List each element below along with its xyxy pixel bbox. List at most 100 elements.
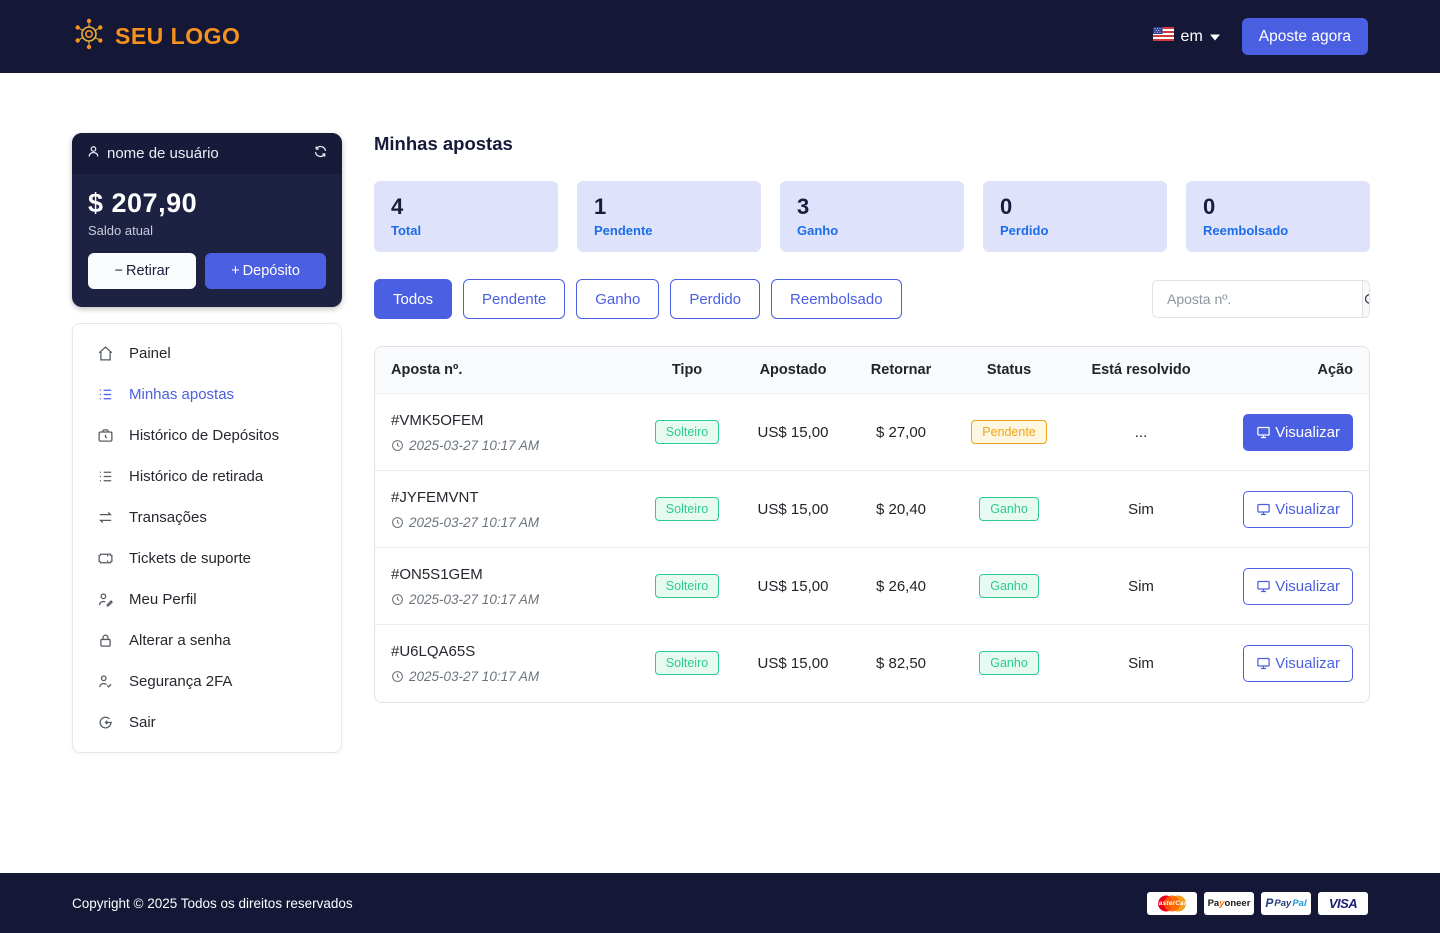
home-icon [97,345,114,362]
monitor-icon [1256,579,1271,594]
stat-card-ganho: 3 Ganho [780,181,964,252]
bet-date: 2025-03-27 10:17 AM [391,438,621,453]
us-flag-icon [1153,27,1174,46]
view-button[interactable]: Visualizar [1243,568,1353,605]
top-navbar: SEU LOGO em [0,0,1440,73]
transfer-arrows-icon [97,509,114,526]
logo-text: SEU LOGO [115,23,240,50]
sidebar-item-meu-perfil[interactable]: Meu Perfil [73,579,341,620]
payment-methods: MasterCard Payoneer PPayPal VISA [1147,892,1368,915]
sidebar-item-transacoes[interactable]: Transações [73,497,341,538]
bet-type-badge: Solteiro [655,420,719,444]
brand-logo[interactable]: SEU LOGO [72,17,240,57]
plus-icon: + [231,263,239,279]
table-header-row: Aposta nº. Tipo Apostado Retornar Status… [375,347,1369,394]
sidebar-item-painel[interactable]: Painel [73,333,341,374]
status-badge: Ganho [979,574,1039,598]
bet-return: $ 27,00 [849,394,953,471]
bet-id: #JYFEMVNT [391,489,621,506]
page-content: nome de usuário $ 207,90 Saldo atual − R… [0,73,1440,840]
filter-todos[interactable]: Todos [374,279,452,319]
bet-resolved: Sim [1065,625,1217,702]
footer: Copyright © 2025 Todos os direitos reser… [0,873,1440,933]
balance-label: Saldo atual [88,223,326,238]
clock-icon [391,516,404,529]
bet-date: 2025-03-27 10:17 AM [391,669,621,684]
payoneer-logo: Payoneer [1204,892,1254,915]
bet-id: #VMK5OFEM [391,412,621,429]
withdraw-button[interactable]: − Retirar [88,253,196,289]
status-badge: Ganho [979,651,1039,675]
bet-type-badge: Solteiro [655,574,719,598]
mastercard-logo: MasterCard [1147,892,1197,915]
sidebar-item-minhas-apostas[interactable]: Minhas apostas [73,374,341,415]
bet-resolved: ... [1065,394,1217,471]
table-row: #VMK5OFEM 2025-03-27 10:17 AM Solteiro U… [375,394,1369,471]
stats-cards: 4 Total 1 Pendente 3 Ganho 0 Perdido 0 R… [374,181,1370,252]
language-selector[interactable]: em [1153,27,1220,46]
status-badge: Ganho [979,497,1039,521]
view-button[interactable]: Visualizar [1243,414,1353,451]
sidebar-item-historico-retirada[interactable]: Histórico de retirada [73,456,341,497]
view-button[interactable]: Visualizar [1243,491,1353,528]
list-icon [97,468,114,485]
paypal-logo: PPayPal [1261,892,1311,915]
clock-icon [391,670,404,683]
bet-search [1152,280,1370,318]
bets-table: Aposta nº. Tipo Apostado Retornar Status… [375,347,1369,702]
bet-staked: US$ 15,00 [737,394,849,471]
balance-amount: $ 207,90 [88,188,326,219]
user-icon [86,144,101,163]
clock-icon [391,439,404,452]
copyright-text: Copyright © 2025 Todos os direitos reser… [72,896,353,911]
bet-resolved: Sim [1065,548,1217,625]
table-row: #ON5S1GEM 2025-03-27 10:17 AM Solteiro U… [375,548,1369,625]
sidebar-menu: Painel Minhas apostas Histórico de Depós… [72,323,342,753]
lock-icon [97,632,114,649]
bet-staked: US$ 15,00 [737,471,849,548]
bet-type-badge: Solteiro [655,497,719,521]
sidebar-item-historico-depositos[interactable]: Histórico de Depósitos [73,415,341,456]
logout-icon [97,714,114,731]
bet-staked: US$ 15,00 [737,548,849,625]
ticket-icon [97,550,114,567]
monitor-icon [1256,425,1271,440]
monitor-icon [1256,656,1271,671]
bets-table-card: Aposta nº. Tipo Apostado Retornar Status… [374,346,1370,703]
stat-card-perdido: 0 Perdido [983,181,1167,252]
page-title: Minhas apostas [374,133,1370,155]
bet-date: 2025-03-27 10:17 AM [391,515,621,530]
search-button[interactable] [1362,281,1370,317]
status-filters: Todos Pendente Ganho Perdido Reembolsado [374,279,902,319]
user-check-icon [97,673,114,690]
sidebar-item-sair[interactable]: Sair [73,702,341,743]
bet-id: #U6LQA65S [391,643,621,660]
deposit-button[interactable]: + Depósito [205,253,326,289]
user-edit-icon [97,591,114,608]
sidebar-item-tickets-suporte[interactable]: Tickets de suporte [73,538,341,579]
status-badge: Pendente [971,420,1047,444]
stat-card-pendente: 1 Pendente [577,181,761,252]
refresh-icon[interactable] [313,144,328,163]
view-button[interactable]: Visualizar [1243,645,1353,682]
stat-card-reembolsado: 0 Reembolsado [1186,181,1370,252]
sidebar-item-alterar-senha[interactable]: Alterar a senha [73,620,341,661]
sidebar-item-seguranca-2fa[interactable]: Segurança 2FA [73,661,341,702]
bet-type-badge: Solteiro [655,651,719,675]
table-row: #JYFEMVNT 2025-03-27 10:17 AM Solteiro U… [375,471,1369,548]
chevron-down-icon [1210,28,1220,46]
search-input[interactable] [1153,281,1362,317]
visa-logo: VISA [1318,892,1368,915]
clock-icon [391,593,404,606]
username: nome de usuário [107,145,219,162]
bet-now-button[interactable]: Aposte agora [1242,18,1368,55]
search-icon [1363,292,1370,307]
minus-icon: − [115,263,123,279]
filter-ganho[interactable]: Ganho [576,279,659,319]
filter-reembolsado[interactable]: Reembolsado [771,279,902,319]
filter-perdido[interactable]: Perdido [670,279,760,319]
bet-date: 2025-03-27 10:17 AM [391,592,621,607]
filter-pendente[interactable]: Pendente [463,279,565,319]
monitor-icon [1256,502,1271,517]
bet-return: $ 26,40 [849,548,953,625]
